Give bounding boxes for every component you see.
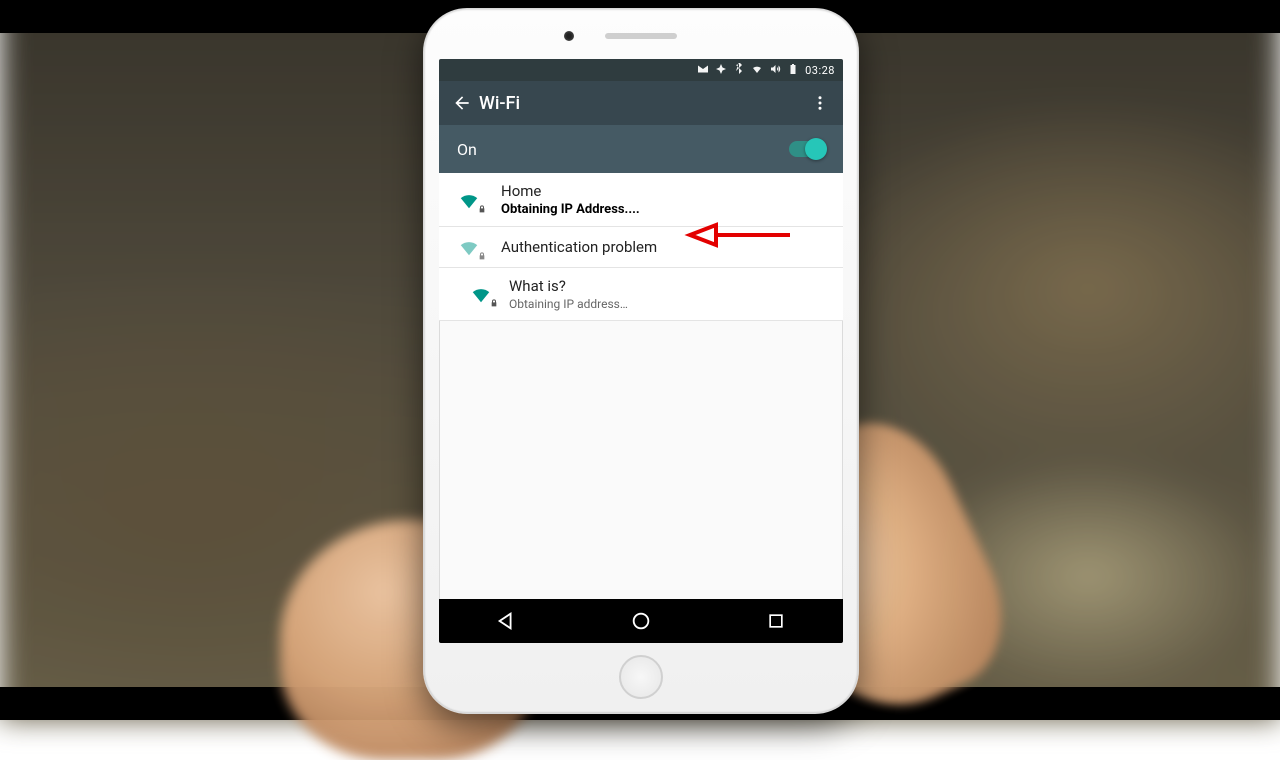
lock-icon xyxy=(478,205,486,213)
wifi-signal-icon xyxy=(467,283,495,305)
hardware-home-button[interactable] xyxy=(619,655,663,699)
arrow-back-icon xyxy=(452,93,472,113)
wifi-signal-icon xyxy=(455,189,483,211)
network-ssid: Home xyxy=(501,182,640,200)
wifi-icon xyxy=(751,63,763,78)
volume-icon xyxy=(769,63,781,78)
overflow-menu-button[interactable] xyxy=(803,86,837,120)
nav-back-button[interactable] xyxy=(476,603,536,639)
network-row-home[interactable]: Home Obtaining IP Address.... xyxy=(439,173,843,227)
more-vert-icon xyxy=(811,94,829,112)
phone-frame: 03:28 Wi-Fi On Home xyxy=(423,8,859,714)
phone-camera xyxy=(564,31,574,41)
phone-speaker xyxy=(605,33,677,39)
mail-icon xyxy=(697,63,709,78)
triangle-back-icon xyxy=(495,610,517,632)
wifi-toggle-row: On xyxy=(439,125,843,173)
network-ssid: Authentication problem xyxy=(501,238,657,256)
nav-home-button[interactable] xyxy=(611,603,671,639)
network-list: Home Obtaining IP Address.... Authentica… xyxy=(439,173,843,321)
phone-screen: 03:28 Wi-Fi On Home xyxy=(439,59,843,643)
bluetooth-icon xyxy=(733,63,745,78)
lock-icon xyxy=(490,299,498,307)
network-ssid: What is? xyxy=(509,277,628,295)
battery-icon xyxy=(787,63,799,78)
square-recents-icon xyxy=(766,611,786,631)
gps-icon xyxy=(715,63,727,78)
page-title: Wi-Fi xyxy=(479,93,803,114)
android-nav-bar xyxy=(439,599,843,643)
back-button[interactable] xyxy=(445,86,479,120)
clock: 03:28 xyxy=(805,64,835,77)
lock-icon xyxy=(478,252,486,260)
status-bar: 03:28 xyxy=(439,59,843,81)
network-status: Obtaining IP address… xyxy=(509,297,628,311)
app-bar: Wi-Fi xyxy=(439,81,843,125)
switch-knob xyxy=(805,138,827,160)
circle-home-icon xyxy=(630,610,652,632)
network-row-auth-problem[interactable]: Authentication problem xyxy=(439,227,843,268)
wifi-toggle-label: On xyxy=(457,140,477,159)
wifi-switch[interactable] xyxy=(789,141,825,157)
nav-recents-button[interactable] xyxy=(746,603,806,639)
network-status: Obtaining IP Address.... xyxy=(501,202,640,217)
network-row-what-is[interactable]: What is? Obtaining IP address… xyxy=(439,268,843,321)
wifi-signal-icon xyxy=(455,236,483,258)
